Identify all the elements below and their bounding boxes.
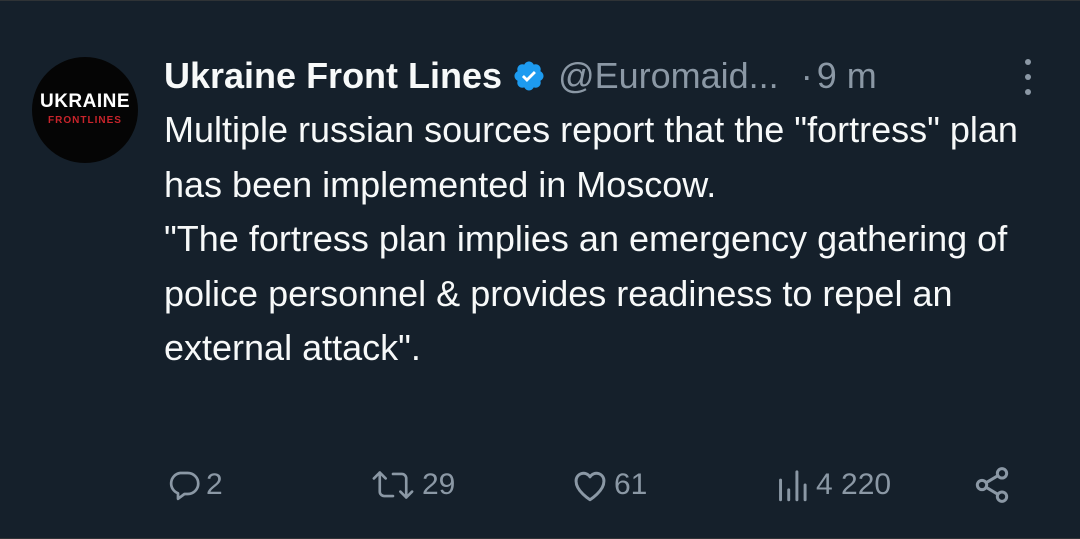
share-icon	[972, 465, 1012, 505]
retweet-count: 29	[422, 468, 456, 501]
retweet-button[interactable]: 29	[368, 463, 455, 507]
tweet-text: Multiple russian sources report that the…	[164, 103, 1044, 376]
heart-icon	[570, 467, 610, 503]
tweet-time[interactable]: 9 m	[817, 55, 877, 97]
time-separator: ·	[800, 55, 813, 96]
avatar[interactable]: UKRAINE FRONTLINES	[32, 57, 138, 163]
verified-badge-icon[interactable]	[512, 59, 546, 93]
author-name[interactable]: Ukraine Front Lines	[164, 55, 502, 97]
avatar-text-frontlines: FRONTLINES	[48, 115, 122, 126]
reply-count: 2	[206, 468, 223, 501]
analytics-icon	[772, 467, 812, 503]
views-count: 4 220	[816, 468, 892, 501]
more-options-icon[interactable]	[1016, 59, 1040, 95]
tweet-header: Ukraine Front Lines @Euromaid... · 9 m	[164, 53, 1040, 99]
views-button[interactable]: 4 220	[772, 463, 891, 507]
tweet-card[interactable]: UKRAINE FRONTLINES Ukraine Front Lines @…	[0, 0, 1080, 539]
share-button[interactable]	[972, 463, 1012, 507]
author-handle[interactable]: @Euromaid...	[558, 55, 779, 97]
reply-icon	[166, 467, 202, 503]
reply-button[interactable]: 2	[166, 463, 223, 507]
like-count: 61	[614, 468, 648, 501]
tweet-text-paragraph-2: "The fortress plan implies an emergency …	[164, 218, 1008, 368]
avatar-text-ukraine: UKRAINE	[39, 91, 131, 112]
action-bar: 2 29 61 4 220	[164, 463, 1024, 507]
retweet-icon	[368, 467, 418, 503]
tweet-text-paragraph-1: Multiple russian sources report that the…	[164, 109, 1018, 205]
like-button[interactable]: 61	[570, 463, 647, 507]
